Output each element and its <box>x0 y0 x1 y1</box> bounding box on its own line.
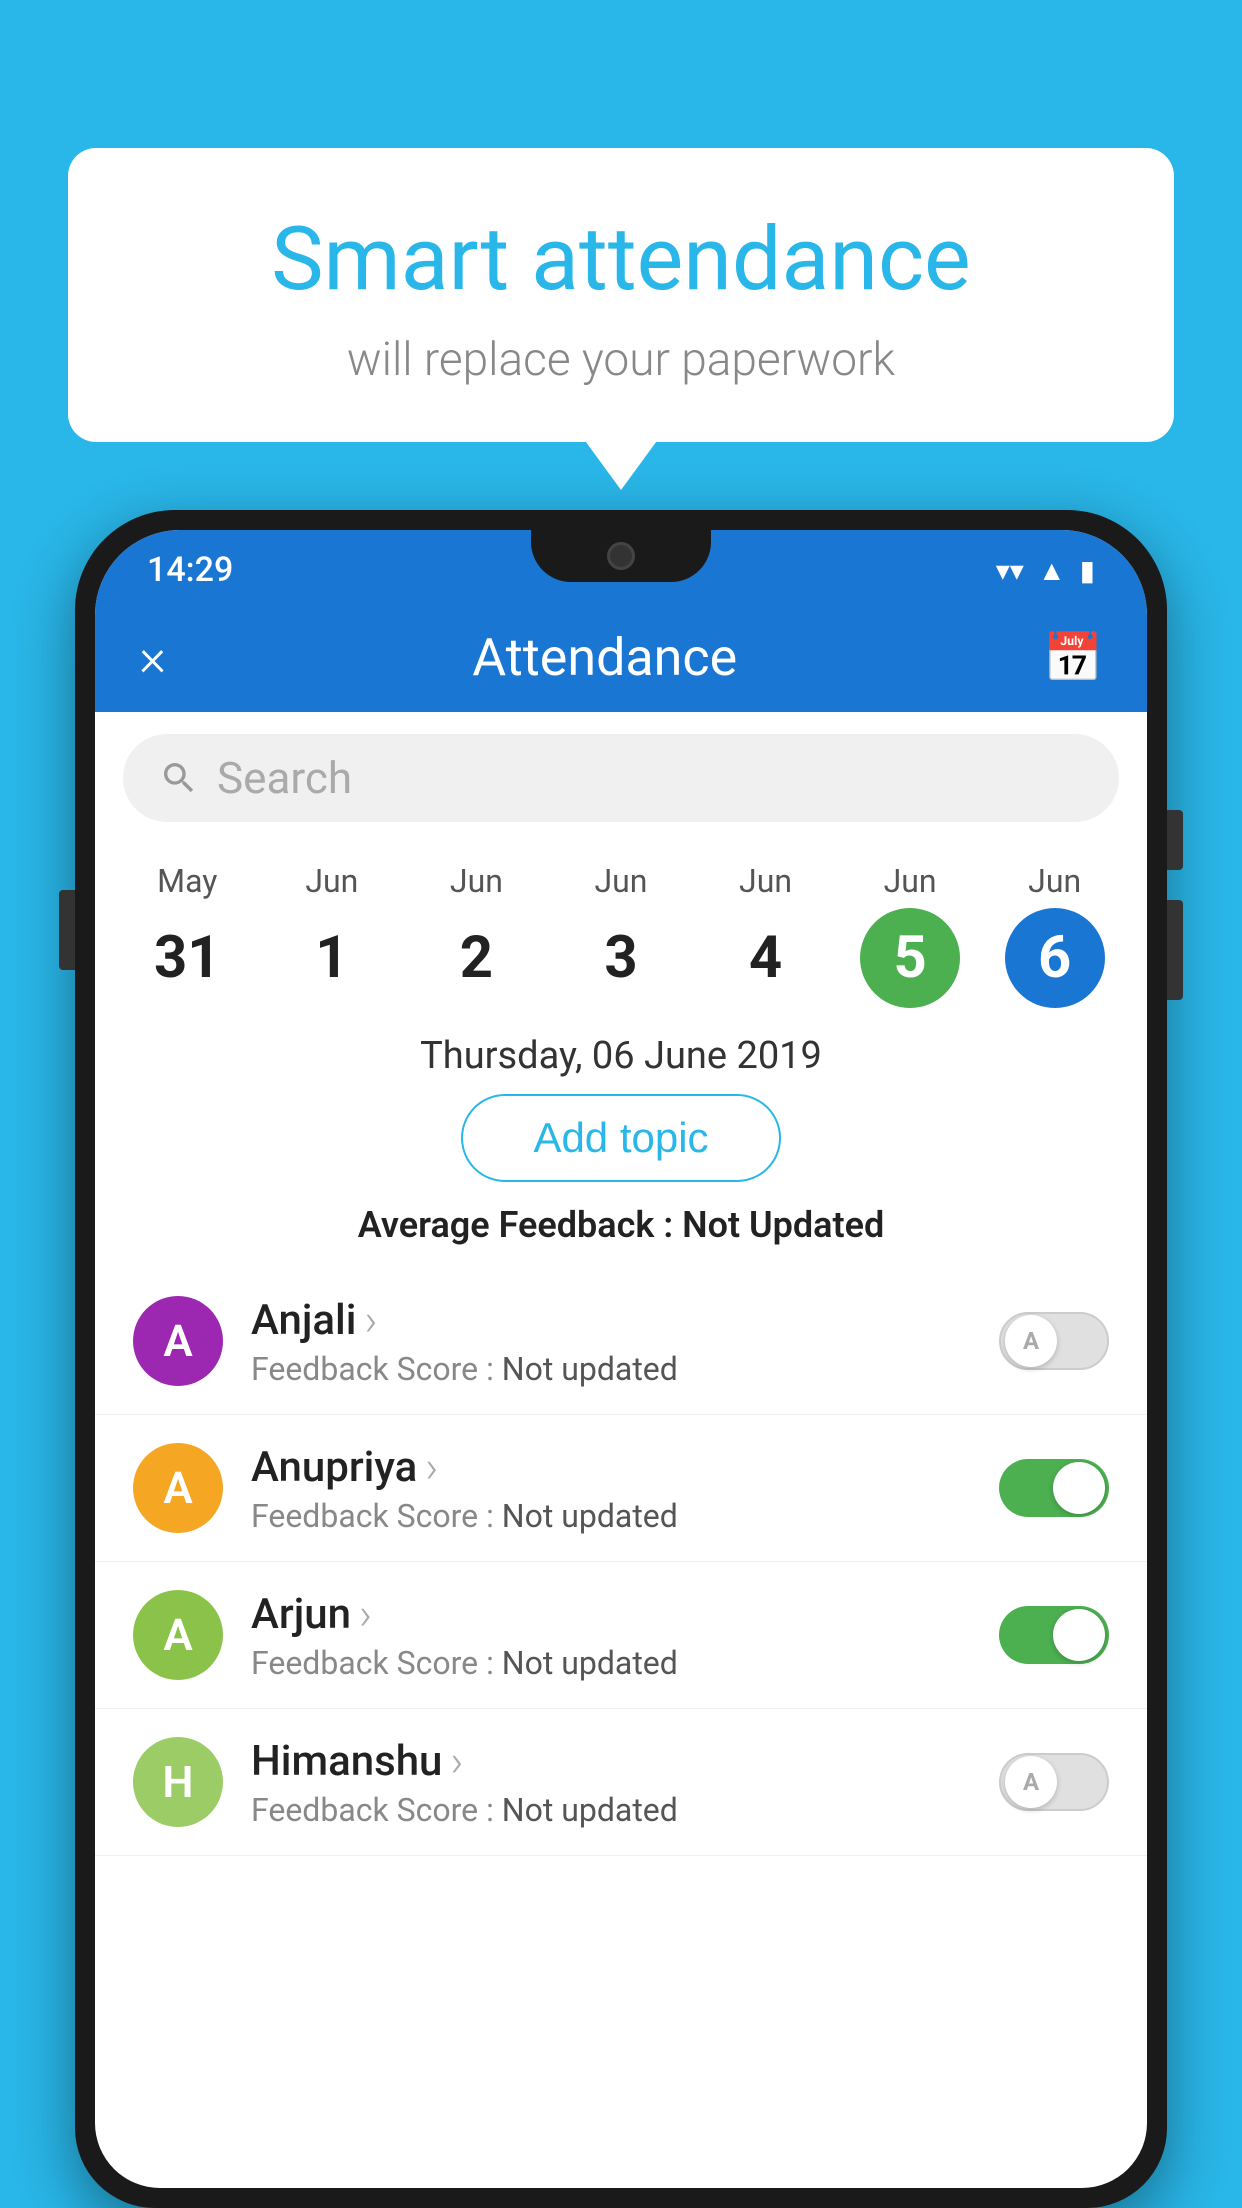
calendar-day-4[interactable]: Jun 4 <box>706 862 826 1008</box>
cal-month-label: Jun <box>884 862 937 900</box>
cal-date-number: 6 <box>1005 908 1105 1008</box>
cal-month-label: Jun <box>1028 862 1081 900</box>
signal-icon: ▲ <box>1038 554 1066 587</box>
add-topic-button[interactable]: Add topic <box>461 1094 780 1182</box>
calendar-day-5[interactable]: Jun 5 <box>850 862 970 1008</box>
student-avatar: H <box>133 1737 223 1827</box>
student-feedback: Feedback Score : Not updated <box>251 1350 971 1388</box>
calendar-day-2[interactable]: Jun 2 <box>416 862 536 1008</box>
battery-icon: ▮ <box>1080 554 1095 587</box>
selected-date: Thursday, 06 June 2019 <box>95 1034 1147 1078</box>
student-info: Arjun Feedback Score : Not updated <box>251 1588 971 1682</box>
student-avatar: A <box>133 1443 223 1533</box>
student-feedback: Feedback Score : Not updated <box>251 1791 971 1829</box>
calendar-icon[interactable]: 📅 <box>1043 629 1103 686</box>
cal-date-number: 3 <box>571 908 671 1008</box>
attendance-toggle[interactable]: A <box>999 1753 1109 1811</box>
camera <box>607 542 635 570</box>
calendar-day-31[interactable]: May 31 <box>127 862 247 1008</box>
cal-date-number: 1 <box>282 908 382 1008</box>
calendar-day-3[interactable]: Jun 3 <box>561 862 681 1008</box>
student-item-arjun[interactable]: A Arjun Feedback Score : Not updated P <box>95 1562 1147 1709</box>
student-name: Anupriya <box>251 1441 971 1493</box>
status-time: 14:29 <box>147 550 233 590</box>
phone-notch <box>531 530 711 582</box>
speech-bubble: Smart attendance will replace your paper… <box>68 148 1174 442</box>
student-item-anupriya[interactable]: A Anupriya Feedback Score : Not updated P <box>95 1415 1147 1562</box>
student-info: Anupriya Feedback Score : Not updated <box>251 1441 971 1535</box>
student-feedback: Feedback Score : Not updated <box>251 1644 971 1682</box>
search-bar[interactable]: Search <box>123 734 1119 822</box>
header-title: Attendance <box>472 627 737 688</box>
bubble-subtitle: will replace your paperwork <box>148 333 1094 387</box>
cal-month-label: Jun <box>739 862 792 900</box>
volume-button <box>59 890 75 970</box>
attendance-toggle[interactable]: A <box>999 1312 1109 1370</box>
attendance-toggle[interactable]: P <box>999 1459 1109 1517</box>
search-icon <box>159 758 199 798</box>
cal-date-number: 31 <box>137 908 237 1008</box>
student-avatar: A <box>133 1590 223 1680</box>
student-item-anjali[interactable]: A Anjali Feedback Score : Not updated A <box>95 1268 1147 1415</box>
cal-date-number: 4 <box>716 908 816 1008</box>
calendar-row: May 31 Jun 1 Jun 2 Jun 3 Jun 4 Jun 5 Jun 6 <box>95 844 1147 1016</box>
cal-month-label: Jun <box>305 862 358 900</box>
student-item-himanshu[interactable]: H Himanshu Feedback Score : Not updated A <box>95 1709 1147 1856</box>
cal-month-label: Jun <box>450 862 503 900</box>
attendance-toggle[interactable]: P <box>999 1606 1109 1664</box>
speech-bubble-container: Smart attendance will replace your paper… <box>68 148 1174 442</box>
average-feedback: Average Feedback : Not Updated <box>95 1204 1147 1246</box>
calendar-day-6[interactable]: Jun 6 <box>995 862 1115 1008</box>
bubble-title: Smart attendance <box>148 208 1094 311</box>
student-name: Arjun <box>251 1588 971 1640</box>
search-placeholder: Search <box>217 752 352 804</box>
student-info: Himanshu Feedback Score : Not updated <box>251 1735 971 1829</box>
student-avatar: A <box>133 1296 223 1386</box>
phone-screen: 14:29 ▾▾ ▲ ▮ × Attendance 📅 Search May31… <box>95 530 1147 2188</box>
close-button[interactable]: × <box>139 627 166 688</box>
status-icons: ▾▾ ▲ ▮ <box>996 554 1095 587</box>
cal-date-number: 5 <box>860 908 960 1008</box>
cal-date-number: 2 <box>426 908 526 1008</box>
wifi-icon: ▾▾ <box>996 554 1024 587</box>
phone-frame: 14:29 ▾▾ ▲ ▮ × Attendance 📅 Search May31… <box>75 510 1167 2208</box>
calendar-day-1[interactable]: Jun 1 <box>272 862 392 1008</box>
power-button-1 <box>1167 810 1183 870</box>
cal-month-label: May <box>157 862 217 900</box>
student-name: Himanshu <box>251 1735 971 1787</box>
app-header: × Attendance 📅 <box>95 602 1147 712</box>
student-name: Anjali <box>251 1294 971 1346</box>
student-feedback: Feedback Score : Not updated <box>251 1497 971 1535</box>
power-button-2 <box>1167 900 1183 1000</box>
students-list: AAnjaliFeedback Score : Not updatedAAAnu… <box>95 1268 1147 1856</box>
student-info: Anjali Feedback Score : Not updated <box>251 1294 971 1388</box>
cal-month-label: Jun <box>594 862 647 900</box>
